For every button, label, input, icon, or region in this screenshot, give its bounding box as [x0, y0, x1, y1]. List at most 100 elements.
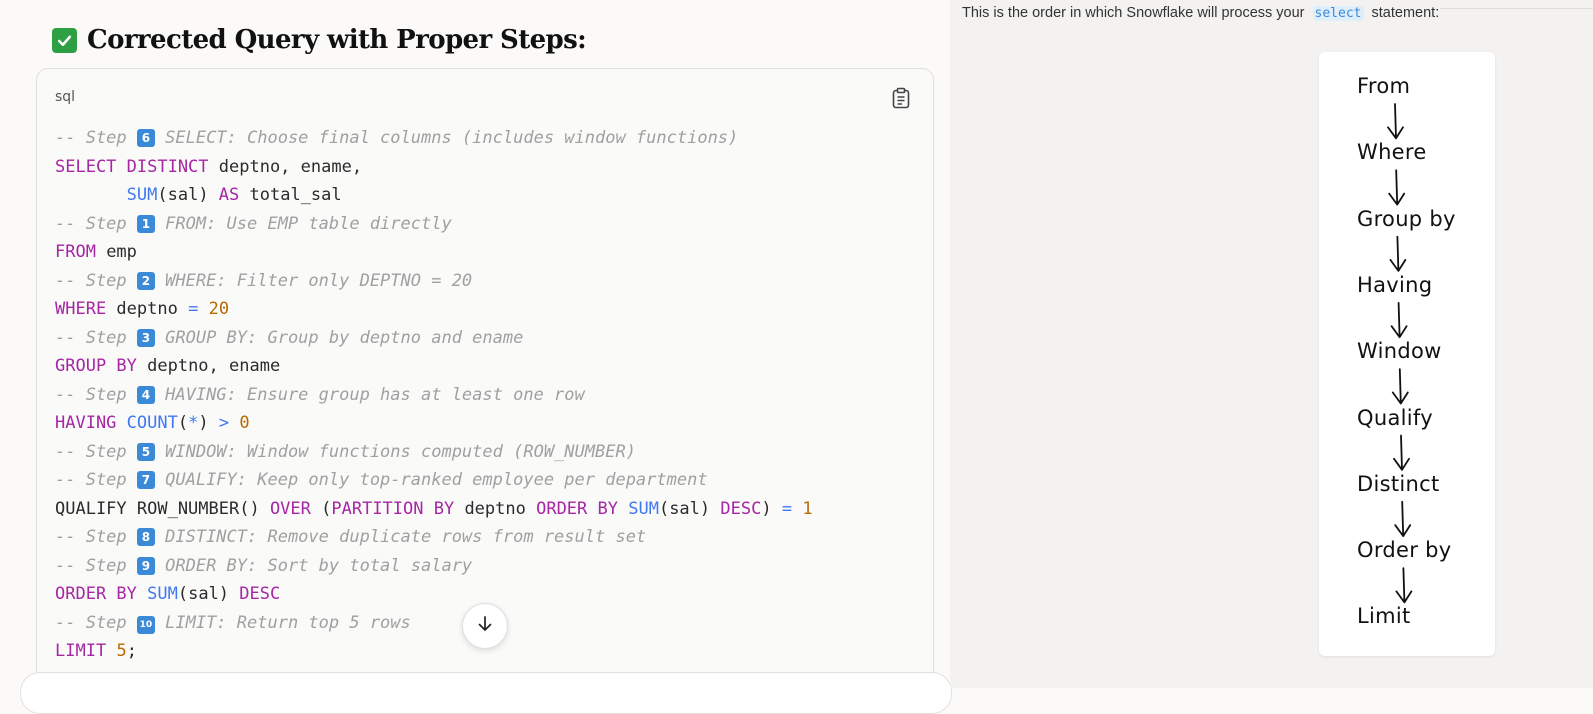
intro-text: This is the order in which Snowflake wil…: [962, 5, 1439, 21]
code-line: WHERE deptno = 20: [55, 295, 813, 324]
diagram-step-from: From: [1357, 74, 1411, 98]
code-line: -- Step 4 HAVING: Ensure group has at le…: [55, 381, 813, 410]
step-number-badge: 1: [136, 214, 155, 233]
diagram-step-where: Where: [1357, 140, 1427, 165]
step-number-badge: 3: [136, 328, 155, 347]
code-token: SELECT DISTINCT: [55, 156, 209, 177]
code-token: SUM: [126, 185, 158, 205]
scroll-to-bottom-button[interactable]: [462, 603, 508, 649]
code-token: (: [310, 498, 332, 519]
code-token: deptno, ename: [136, 356, 281, 376]
code-token: 1: [802, 498, 813, 519]
down-arrow-icon: [1391, 368, 1409, 405]
inline-code-select: select: [1312, 5, 1364, 21]
code-line: SUM(sal) AS total_sal: [55, 181, 813, 210]
diagram-step-order-by: Order by: [1357, 538, 1452, 563]
diagram-step-limit: Limit: [1357, 604, 1411, 629]
code-token: ORDER BY: [55, 584, 137, 604]
section-heading: Corrected Query with Proper Steps:: [52, 22, 587, 58]
code-token: -- Step: [55, 527, 137, 547]
code-content: -- Step 6 SELECT: Choose final columns (…: [55, 124, 813, 666]
code-token: 0: [239, 413, 250, 433]
code-token: deptno: [106, 299, 189, 319]
code-line: -- Step 10 LIMIT: Return top 5 rows: [55, 609, 813, 638]
diagram-step-having: Having: [1357, 272, 1433, 297]
message-composer[interactable]: [20, 672, 952, 714]
code-token: (sal): [177, 584, 240, 604]
down-arrow-icon: [1395, 567, 1413, 604]
code-token: -- Step: [55, 213, 137, 234]
diagram-step-group-by: Group by: [1357, 206, 1456, 231]
code-token: -- Step: [55, 384, 137, 405]
query-order-diagram: From Where Group by Having Window Qualify Dist…: [1319, 52, 1495, 656]
section-title: Corrected Query with Proper Steps:: [87, 25, 587, 55]
code-line: QUALIFY ROW_NUMBER() OVER (PARTITION BY …: [55, 495, 813, 524]
code-token: =: [188, 299, 199, 319]
down-arrow-icon: [1389, 235, 1407, 272]
code-line: -- Step 5 WINDOW: Window functions compu…: [55, 438, 813, 467]
reference-pane: This is the order in which Snowflake wil…: [950, 0, 1593, 688]
code-token: 20: [208, 299, 230, 319]
code-token: QUALIFY: Keep only top-ranked employee p…: [154, 470, 708, 490]
code-line: -- Step 1 FROM: Use EMP table directly: [55, 210, 813, 239]
copy-code-button[interactable]: [889, 87, 913, 113]
code-token: COUNT: [126, 413, 178, 433]
code-line: -- Step 7 QUALIFY: Keep only top-ranked …: [55, 466, 813, 495]
code-token: ;: [126, 641, 137, 661]
code-token: =: [781, 498, 793, 519]
code-token: -- Step: [55, 441, 137, 462]
code-token: WINDOW: Window functions computed (ROW_N…: [154, 441, 636, 462]
down-arrow-icon: [1394, 500, 1412, 537]
code-token: -- Step: [55, 470, 137, 490]
code-line: ORDER BY SUM(sal) DESC: [55, 580, 813, 609]
code-token: SUM: [147, 584, 178, 604]
chat-response-pane: Corrected Query with Proper Steps: sql -…: [0, 0, 960, 714]
code-token: ): [198, 413, 219, 433]
diagram-step-qualify: Qualify: [1357, 405, 1433, 430]
code-token: LIMIT: [55, 641, 107, 661]
code-token: deptno: [454, 498, 537, 519]
step-number-badge: 9: [136, 556, 155, 575]
arrow-down-icon: [476, 615, 494, 637]
code-token: emp: [95, 242, 137, 262]
code-line: -- Step 6 SELECT: Choose final columns (…: [55, 124, 813, 153]
code-token: -- Step: [55, 270, 137, 291]
step-number-badge: 7: [136, 471, 155, 489]
code-token: WHERE: [55, 299, 107, 319]
intro-text-before: This is the order in which Snowflake wil…: [962, 5, 1309, 21]
code-token: HAVING: [55, 413, 117, 433]
step-number-badge: 5: [136, 442, 155, 461]
divider: [1440, 8, 1593, 9]
code-line: FROM emp: [55, 238, 813, 267]
diagram-step-window: Window: [1357, 339, 1442, 364]
down-arrow-icon: [1393, 434, 1410, 471]
code-token: FROM: Use EMP table directly: [154, 213, 452, 234]
step-number-badge: 6: [136, 129, 155, 147]
code-token: ORDER BY: Sort by total salary: [154, 555, 473, 576]
code-token: deptno, ename,: [208, 156, 363, 177]
code-token: GROUP BY: [55, 356, 137, 376]
code-token: total_sal: [239, 185, 342, 205]
code-token: 5: [116, 641, 127, 661]
code-token: OVER: [269, 498, 311, 519]
code-line: SELECT DISTINCT deptno, ename,: [55, 153, 813, 182]
code-token: (: [177, 413, 189, 433]
code-token: ORDER BY: [536, 498, 618, 519]
code-token: (sal): [157, 185, 219, 205]
code-line: -- Step 2 WHERE: Filter only DEPTNO = 20: [55, 267, 813, 296]
code-token: HAVING: Ensure group has at least one ro…: [154, 384, 585, 405]
down-arrow-icon: [1387, 103, 1404, 140]
step-number-badge: 2: [136, 271, 155, 290]
step-number-badge: 8: [136, 528, 155, 546]
code-token: WHERE: Filter only DEPTNO = 20: [154, 270, 473, 291]
clipboard-icon: [891, 87, 911, 113]
code-token: SUM: [628, 498, 659, 519]
code-token: ): [761, 498, 782, 519]
